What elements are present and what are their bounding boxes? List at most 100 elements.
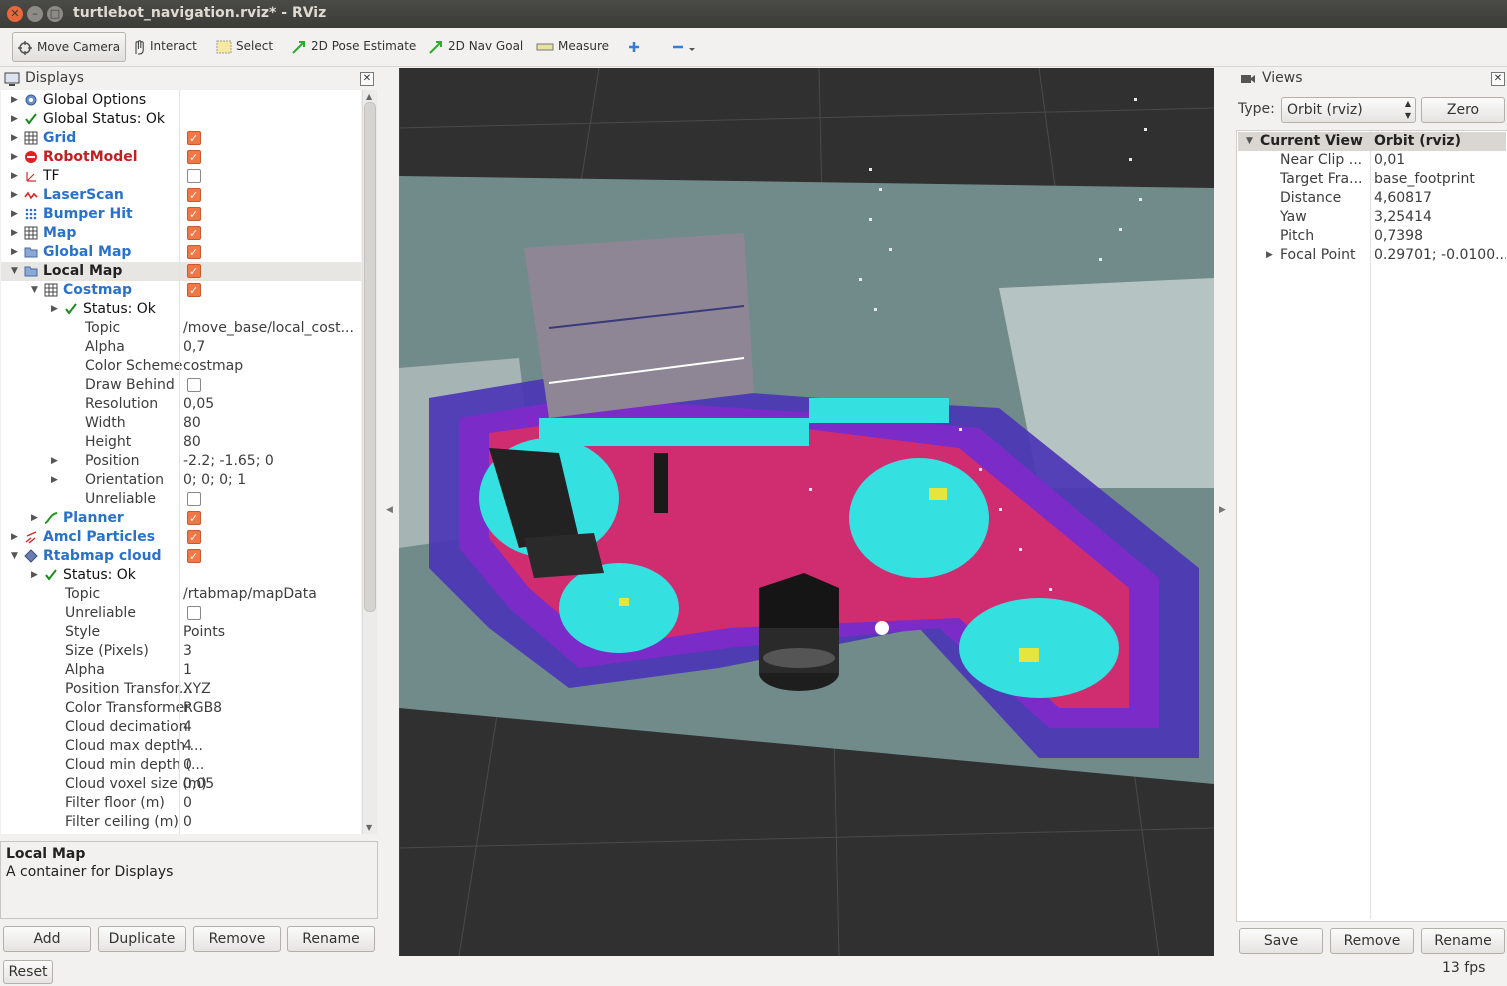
enable-checkbox[interactable] — [187, 224, 201, 243]
expand-arrow-icon[interactable]: ▶ — [11, 110, 18, 129]
enable-checkbox[interactable] — [187, 169, 201, 183]
rename-display-button[interactable]: Rename — [287, 926, 375, 952]
display-row[interactable]: ▶ Grid — [1, 129, 361, 148]
display-row-value[interactable]: 0,7 — [183, 338, 358, 357]
display-row[interactable]: Color Scheme costmap — [1, 357, 361, 376]
add-tool-button[interactable] — [622, 32, 650, 60]
rename-view-button[interactable]: Rename — [1421, 928, 1505, 954]
expand-arrow-icon[interactable]: ▶ — [11, 91, 18, 110]
display-row[interactable]: Topic/rtabmap/mapData — [1, 585, 361, 604]
enable-checkbox[interactable] — [187, 492, 201, 506]
display-row[interactable]: Unreliable — [1, 490, 361, 509]
display-row-value[interactable]: 0 — [183, 794, 358, 813]
enable-checkbox[interactable] — [187, 205, 201, 224]
view-property-value[interactable]: base_footprint — [1374, 170, 1506, 189]
nav-goal-tool[interactable]: 2D Nav Goal — [424, 32, 527, 60]
view-type-select[interactable]: Orbit (rviz) ▲ ▼ — [1281, 97, 1416, 123]
expand-arrow-icon[interactable]: ▶ — [11, 224, 18, 243]
display-row-value[interactable]: 4 — [183, 737, 358, 756]
close-displays-icon[interactable]: ✕ — [360, 72, 374, 86]
display-row[interactable]: Topic/move_base/local_cost... — [1, 319, 361, 338]
scroll-down-icon[interactable]: ▼ — [366, 823, 372, 832]
display-row[interactable]: ▶ Planner — [1, 509, 361, 528]
display-row[interactable]: ▶ RobotModel — [1, 148, 361, 167]
enable-checkbox[interactable] — [187, 148, 201, 167]
enable-checkbox[interactable] — [187, 186, 201, 205]
display-row-value[interactable]: 4 — [183, 718, 358, 737]
view-property-row[interactable]: Yaw 3,25414 — [1238, 208, 1506, 227]
enable-checkbox[interactable] — [187, 606, 201, 620]
add-display-button[interactable]: Add — [3, 926, 91, 952]
current-view-header[interactable]: ▼ Current View Orbit (rviz) — [1238, 132, 1506, 151]
collapse-arrow-icon[interactable]: ▼ — [11, 262, 18, 281]
display-row-value[interactable]: Points — [183, 623, 358, 642]
expand-arrow-icon[interactable]: ▶ — [51, 452, 58, 471]
display-row[interactable]: ▶ LaserScan — [1, 186, 361, 205]
move-camera-tool[interactable]: Move Camera — [12, 32, 126, 62]
left-splitter-arrow[interactable]: ◀ — [386, 505, 393, 515]
display-row[interactable]: Cloud decimation 4 — [1, 718, 361, 737]
display-row[interactable]: Alpha 0,7 — [1, 338, 361, 357]
display-row[interactable]: ▶ Amcl Particles — [1, 528, 361, 547]
display-row-value[interactable]: 0,05 — [183, 395, 358, 414]
maximize-window-button[interactable]: □ — [47, 6, 63, 22]
expand-arrow-icon[interactable]: ▶ — [11, 148, 18, 167]
display-row-value[interactable]: /rtabmap/mapData — [183, 585, 358, 604]
display-row[interactable]: ▼ Rtabmap cloud — [1, 547, 361, 566]
display-row[interactable]: Filter floor (m) 0 — [1, 794, 361, 813]
display-row[interactable]: ▶ Bumper Hit — [1, 205, 361, 224]
display-row[interactable]: ▼ Local Map — [1, 262, 361, 281]
display-row[interactable]: ▶ Global Options — [1, 91, 361, 110]
expand-arrow-icon[interactable]: ▶ — [11, 243, 18, 262]
display-row[interactable]: ▶ Global Map — [1, 243, 361, 262]
expand-arrow-icon[interactable]: ▶ — [11, 205, 18, 224]
duplicate-display-button[interactable]: Duplicate — [98, 926, 186, 952]
view-property-row[interactable]: Target Fra... base_footprint — [1238, 170, 1506, 189]
view-property-value[interactable]: 0,01 — [1374, 151, 1506, 170]
view-property-row[interactable]: Pitch 0,7398 — [1238, 227, 1506, 246]
expand-arrow-icon[interactable]: ▶ — [31, 566, 38, 585]
display-row-value[interactable]: 80 — [183, 433, 358, 452]
display-row-value[interactable]: 0,05 — [183, 775, 358, 794]
display-row-value[interactable]: 0; 0; 0; 1 — [183, 471, 358, 490]
display-row-value[interactable]: costmap — [183, 357, 358, 376]
display-row[interactable]: ▶ Status: Ok — [1, 566, 361, 585]
display-row[interactable]: ▼ Costmap — [1, 281, 361, 300]
display-row-value[interactable]: RGB8 — [183, 699, 358, 718]
save-view-button[interactable]: Save — [1239, 928, 1323, 954]
view-property-value[interactable]: 3,25414 — [1374, 208, 1506, 227]
display-row[interactable]: Cloud min depth (... 0 — [1, 756, 361, 775]
display-row[interactable]: Width 80 — [1, 414, 361, 433]
display-row-value[interactable]: 0 — [183, 756, 358, 775]
scroll-up-icon[interactable]: ▲ — [366, 92, 372, 101]
remove-tool-button[interactable] — [666, 32, 706, 60]
display-row-value[interactable]: /move_base/local_cost... — [183, 319, 358, 338]
enable-checkbox[interactable] — [187, 262, 201, 281]
display-row[interactable]: Cloud max depth ... 4 — [1, 737, 361, 756]
close-views-icon[interactable]: ✕ — [1491, 72, 1505, 86]
display-row[interactable]: ▶ Map — [1, 224, 361, 243]
measure-tool[interactable]: Measure — [532, 32, 613, 60]
display-row[interactable]: ▶ TF — [1, 167, 361, 186]
display-row[interactable]: ▶ Status: Ok — [1, 300, 361, 319]
close-window-button[interactable]: ✕ — [7, 6, 23, 22]
reset-button[interactable]: Reset — [3, 960, 53, 984]
display-row[interactable]: ▶ Orientation 0; 0; 0; 1 — [1, 471, 361, 490]
view-property-value[interactable]: 0.29701; -0.0100... — [1374, 246, 1506, 265]
display-row-value[interactable]: 3 — [183, 642, 358, 661]
display-row[interactable]: Size (Pixels) 3 — [1, 642, 361, 661]
enable-checkbox[interactable] — [187, 281, 201, 300]
render-viewport[interactable] — [399, 68, 1214, 956]
expand-arrow-icon[interactable]: ▶ — [51, 471, 58, 490]
collapse-arrow-icon[interactable]: ▼ — [31, 281, 38, 300]
expand-arrow-icon[interactable]: ▶ — [1266, 246, 1273, 265]
remove-view-button[interactable]: Remove — [1330, 928, 1414, 954]
display-row-value[interactable]: XYZ — [183, 680, 358, 699]
view-property-row[interactable]: Distance 4,60817 — [1238, 189, 1506, 208]
display-row[interactable]: Height 80 — [1, 433, 361, 452]
expand-arrow-icon[interactable]: ▶ — [51, 300, 58, 319]
view-property-value[interactable]: 4,60817 — [1374, 189, 1506, 208]
zero-button[interactable]: Zero — [1421, 97, 1505, 123]
display-row-value[interactable]: 0 — [183, 813, 358, 832]
minimize-window-button[interactable]: – — [27, 6, 43, 22]
